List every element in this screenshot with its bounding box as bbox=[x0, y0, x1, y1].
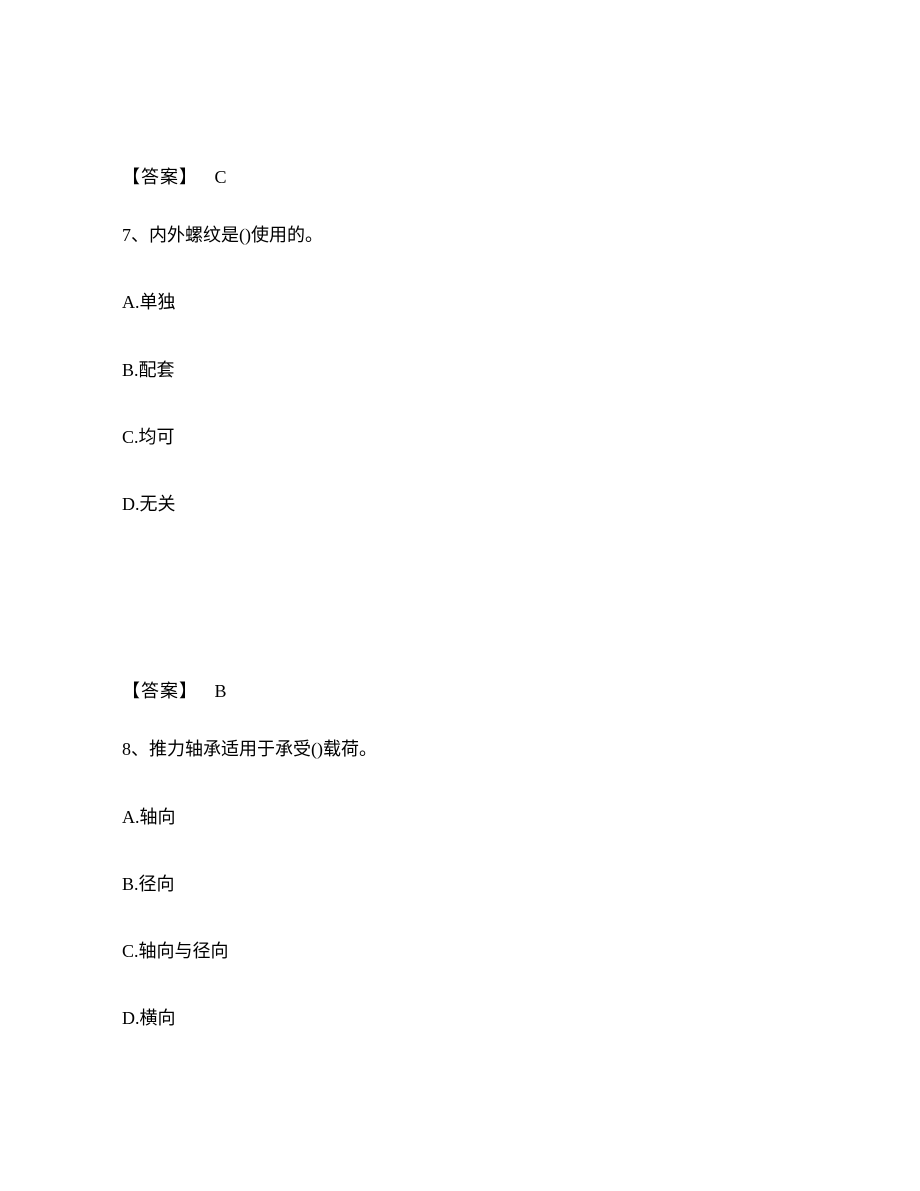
option-8c: C.轴向与径向 bbox=[122, 939, 802, 964]
option-8d: D.横向 bbox=[122, 1006, 802, 1031]
document-content: 【答案】 C 7、内外螺纹是()使用的。 A.单独 B.配套 C.均可 D.无关… bbox=[122, 165, 802, 1073]
question-text: 推力轴承适用于承受()载荷。 bbox=[149, 739, 377, 759]
option-8a: A.轴向 bbox=[122, 805, 802, 830]
question-8: 8、推力轴承适用于承受()载荷。 bbox=[122, 737, 802, 762]
answer-value: B bbox=[215, 681, 227, 701]
question-7: 7、内外螺纹是()使用的。 bbox=[122, 223, 802, 248]
option-7c: C.均可 bbox=[122, 425, 802, 450]
option-7d: D.无关 bbox=[122, 492, 802, 517]
question-number: 8、 bbox=[122, 739, 149, 759]
answer-value: C bbox=[215, 167, 227, 187]
option-7a: A.单独 bbox=[122, 290, 802, 315]
answer-label: 【答案】 bbox=[122, 167, 198, 187]
option-8b: B.径向 bbox=[122, 872, 802, 897]
answer-label: 【答案】 bbox=[122, 681, 198, 701]
question-number: 7、 bbox=[122, 225, 149, 245]
spacer bbox=[122, 559, 802, 679]
answer-block-7: 【答案】 B bbox=[122, 679, 802, 704]
answer-block-prev: 【答案】 C bbox=[122, 165, 802, 190]
option-7b: B.配套 bbox=[122, 358, 802, 383]
question-text: 内外螺纹是()使用的。 bbox=[149, 225, 323, 245]
